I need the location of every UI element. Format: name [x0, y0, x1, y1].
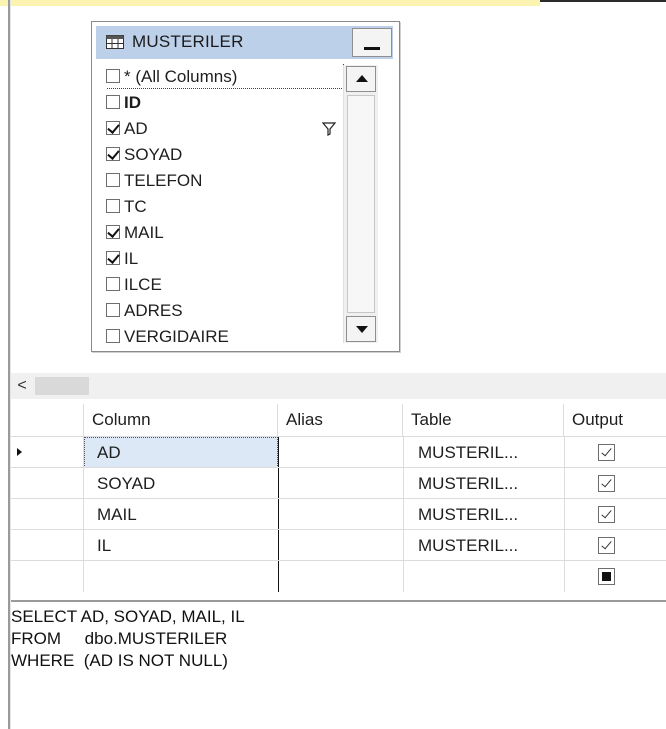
column-checkbox[interactable] [106, 95, 120, 109]
cell-table[interactable]: MUSTERIL... [403, 468, 564, 499]
grid-sql-splitter[interactable] [11, 600, 666, 602]
sql-pane[interactable]: SELECT AD, SOYAD, MAIL, IL FROM dbo.MUST… [11, 606, 651, 672]
output-checkbox[interactable] [598, 568, 615, 585]
column-label: TC [124, 197, 147, 216]
column-item[interactable]: ADRES [106, 298, 346, 324]
sql-line-from: FROM dbo.MUSTERILER [11, 629, 228, 648]
column-item[interactable]: TELEFON [106, 168, 346, 194]
column-checkbox[interactable] [106, 277, 120, 291]
column-item[interactable]: ID [106, 90, 346, 116]
current-row-icon [17, 448, 22, 456]
header-table[interactable]: Table [403, 404, 564, 436]
chevron-down-icon [356, 326, 368, 333]
scrollbar-thumb[interactable] [347, 95, 375, 313]
column-item[interactable]: * (All Columns) [106, 64, 346, 90]
column-item[interactable]: TC [106, 194, 346, 220]
table-icon [106, 35, 124, 49]
row-header[interactable] [11, 499, 84, 530]
column-item[interactable]: AD [106, 116, 346, 142]
column-checkbox[interactable] [106, 225, 120, 239]
horizontal-scrollbar-thumb[interactable] [35, 377, 89, 395]
cell-table[interactable]: MUSTERIL... [403, 437, 564, 468]
column-label: SOYAD [124, 145, 183, 164]
cell-output[interactable] [564, 437, 666, 468]
column-label: ID [124, 93, 141, 112]
focus-rectangle [106, 64, 344, 89]
column-label: ILCE [124, 275, 162, 294]
cell-column[interactable]: IL [84, 530, 278, 561]
cell-alias[interactable] [278, 561, 403, 592]
table-row[interactable]: AD MUSTERIL... [11, 436, 666, 468]
row-header[interactable] [11, 437, 84, 468]
column-item[interactable]: ILCE [106, 272, 346, 298]
cell-column[interactable] [84, 561, 278, 592]
cell-output[interactable] [564, 530, 666, 561]
column-checkbox[interactable] [106, 303, 120, 317]
top-divider [540, 0, 666, 2]
cell-alias[interactable] [278, 468, 403, 499]
scroll-left-button[interactable]: < [13, 376, 31, 396]
cell-column[interactable]: AD [84, 437, 278, 468]
column-label: IL [124, 249, 139, 268]
minimize-button[interactable] [352, 28, 392, 57]
criteria-grid[interactable]: Column Alias Table Output AD MUSTERIL... S… [11, 404, 666, 600]
column-item[interactable]: IL [106, 246, 346, 272]
column-label: VERGIDAIRE [124, 327, 229, 346]
scroll-up-button[interactable] [346, 66, 376, 92]
cell-table[interactable]: MUSTERIL... [403, 530, 564, 561]
column-checkbox[interactable] [106, 121, 120, 135]
column-checkbox[interactable] [106, 251, 120, 265]
cell-table[interactable] [403, 561, 564, 592]
output-checkbox[interactable] [598, 475, 615, 492]
cell-output[interactable] [564, 561, 666, 592]
cell-output[interactable] [564, 468, 666, 499]
table-widget-header[interactable]: MUSTERILER [96, 26, 393, 59]
diagram-horizontal-scrollbar[interactable]: < [11, 373, 666, 399]
cell-table[interactable]: MUSTERIL... [403, 499, 564, 530]
sql-line-select: SELECT AD, SOYAD, MAIL, IL [11, 607, 245, 626]
column-list-scrollbar[interactable] [343, 65, 378, 343]
top-accent-bar [0, 0, 540, 6]
cell-alias[interactable] [278, 530, 403, 561]
column-checkbox[interactable] [106, 147, 120, 161]
column-label: AD [124, 119, 148, 138]
table-widget-musteriler[interactable]: MUSTERILER * (All Columns) ID AD SOYAD TELEF… [91, 21, 400, 352]
column-item[interactable]: MAIL [106, 220, 346, 246]
filter-icon [322, 122, 336, 136]
table-row[interactable]: SOYAD MUSTERIL... [11, 467, 666, 499]
output-checkbox[interactable] [598, 537, 615, 554]
column-list[interactable]: * (All Columns) ID AD SOYAD TELEFON TC MAIL IL I… [106, 64, 373, 346]
minimize-icon [364, 47, 380, 50]
cell-column[interactable]: MAIL [84, 499, 278, 530]
column-item[interactable]: VERGIDAIRE [106, 324, 346, 346]
scroll-down-button[interactable] [346, 316, 376, 342]
column-checkbox[interactable] [106, 173, 120, 187]
column-label: ADRES [124, 301, 183, 320]
column-checkbox[interactable] [106, 329, 120, 343]
cell-alias[interactable] [278, 499, 403, 530]
row-header[interactable] [11, 468, 84, 499]
row-header[interactable] [11, 561, 84, 592]
table-row[interactable]: IL MUSTERIL... [11, 529, 666, 561]
header-column[interactable]: Column [84, 404, 278, 436]
column-label: MAIL [124, 223, 164, 242]
row-header[interactable] [11, 530, 84, 561]
table-row[interactable]: MAIL MUSTERIL... [11, 498, 666, 530]
column-item[interactable]: SOYAD [106, 142, 346, 168]
cell-column[interactable]: SOYAD [84, 468, 278, 499]
sql-line-where: WHERE (AD IS NOT NULL) [11, 651, 228, 670]
output-checkbox[interactable] [598, 506, 615, 523]
header-output[interactable]: Output [564, 404, 666, 436]
cell-alias[interactable] [278, 437, 403, 468]
header-alias[interactable]: Alias [278, 404, 403, 436]
grid-corner-header [11, 404, 84, 436]
cell-output[interactable] [564, 499, 666, 530]
chevron-up-icon [356, 75, 368, 82]
table-row[interactable] [11, 560, 666, 592]
column-label: TELEFON [124, 171, 203, 190]
column-checkbox[interactable] [106, 199, 120, 213]
table-widget-title: MUSTERILER [132, 32, 244, 51]
output-checkbox[interactable] [598, 444, 615, 461]
